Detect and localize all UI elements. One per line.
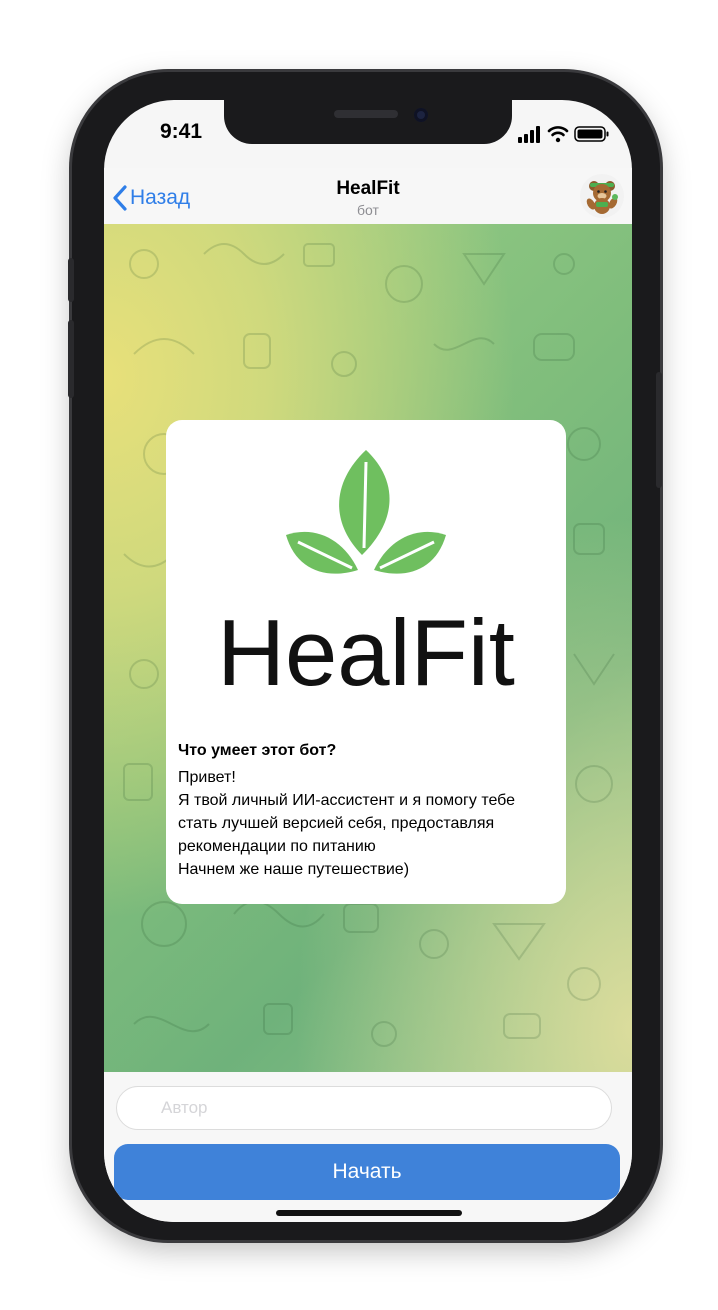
- card-body: Привет! Я твой личный ИИ-ассистент и я п…: [178, 766, 556, 881]
- wifi-icon: [547, 126, 569, 143]
- home-indicator: [276, 1210, 462, 1216]
- volume-down-button: [68, 320, 74, 398]
- start-button[interactable]: Начать: [114, 1144, 620, 1200]
- signal-icon: [518, 126, 540, 143]
- card-line: Я твой личный ИИ-ассистент и я помогу те…: [178, 792, 516, 809]
- bot-avatar[interactable]: [580, 174, 624, 218]
- front-camera: [414, 108, 428, 122]
- card-line: Начнем же наше путешествие): [178, 861, 410, 878]
- logo-wordmark: HealFit: [217, 600, 515, 705]
- notch: [224, 100, 512, 144]
- chat-header: Назад HealFit бот: [104, 168, 632, 224]
- chat-subtitle: бот: [357, 202, 379, 218]
- card-line: Привет!: [178, 769, 236, 786]
- healfit-logo: HealFit: [217, 450, 515, 705]
- bear-mascot-icon: [586, 181, 618, 214]
- card-line: рекомендации по питанию: [178, 838, 376, 855]
- phone-screen: 9:41 Назад HealFit бот HealFit Что умеет…: [104, 100, 632, 1222]
- message-input[interactable]: [116, 1086, 612, 1130]
- bot-intro-card: HealFit Что умеет этот бот? Привет! Я тв…: [166, 420, 566, 904]
- side-power-button: [656, 372, 662, 488]
- card-line: стать лучшей версией себя, предоставляя: [178, 815, 495, 832]
- composer-area: Начать: [104, 1072, 632, 1222]
- speaker-grille: [334, 110, 398, 118]
- battery-icon: [574, 126, 609, 142]
- status-icons: [518, 126, 609, 143]
- chat-title: HealFit: [336, 178, 400, 199]
- volume-up-button: [68, 258, 74, 302]
- status-time: 9:41: [160, 120, 203, 143]
- leaf-icon: [286, 450, 446, 574]
- card-heading: Что умеет этот бот?: [178, 742, 337, 759]
- chat-background: HealFit Что умеет этот бот? Привет! Я тв…: [104, 224, 632, 1072]
